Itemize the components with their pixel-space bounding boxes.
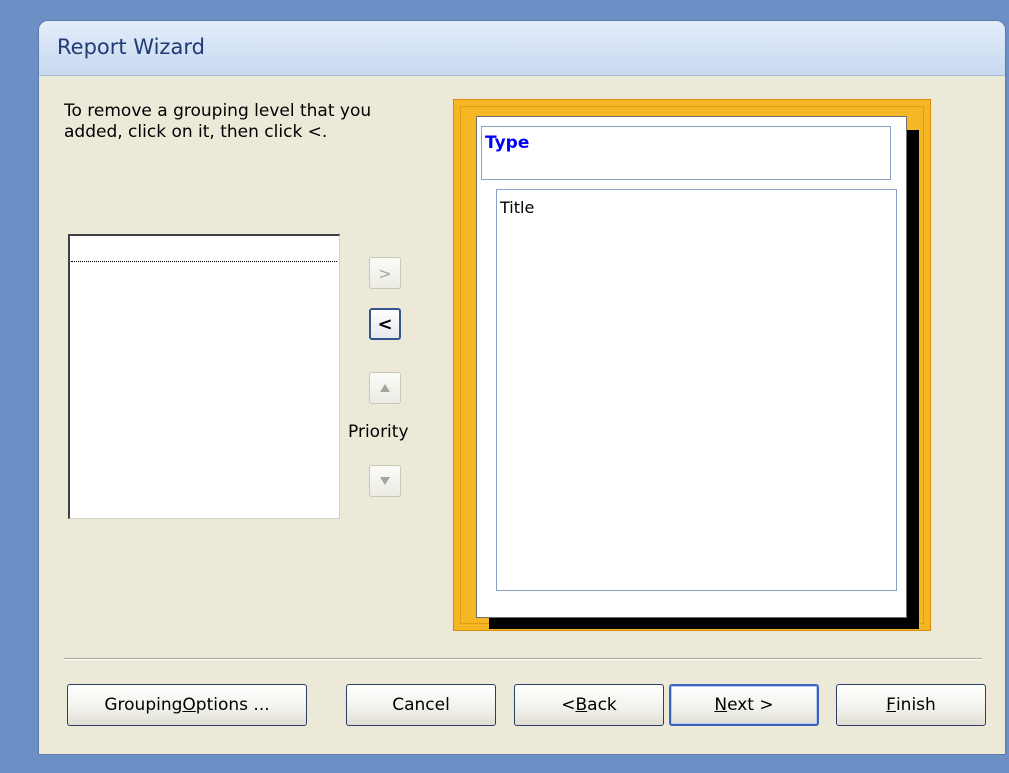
detail-field-label: Title xyxy=(500,198,535,217)
arrow-down-icon xyxy=(380,477,390,485)
title-bar: Report Wizard xyxy=(39,21,1005,76)
instruction-text: To remove a grouping level that you adde… xyxy=(64,101,372,142)
cancel-button[interactable]: Cancel xyxy=(346,684,496,726)
priority-label: Priority xyxy=(348,422,409,442)
priority-up-button[interactable] xyxy=(369,372,401,404)
next-accesskey: N xyxy=(714,695,728,715)
next-button[interactable]: Next > xyxy=(669,684,819,726)
add-grouping-button[interactable]: > xyxy=(369,257,401,289)
finish-button[interactable]: Finish xyxy=(836,684,986,726)
report-wizard-window: Report Wizard To remove a grouping level… xyxy=(38,20,1006,755)
arrow-up-icon xyxy=(380,384,390,392)
finish-accesskey: F xyxy=(886,695,896,715)
group-header-label: Type xyxy=(485,133,530,153)
next-label-post: ext > xyxy=(727,695,774,715)
grouping-options-label-pre: Grouping xyxy=(104,695,183,715)
grouping-options-button[interactable]: Grouping Options ... xyxy=(67,684,307,726)
grouping-options-accesskey: O xyxy=(182,695,196,715)
preview-detail-section: Title xyxy=(496,189,897,591)
preview-group-header: Type xyxy=(481,126,891,180)
remove-grouping-button[interactable]: < xyxy=(369,308,401,340)
back-accesskey: B xyxy=(575,695,588,715)
list-focus-row[interactable] xyxy=(71,237,337,262)
window-title: Report Wizard xyxy=(57,35,205,59)
grouping-levels-list[interactable] xyxy=(68,234,340,519)
separator-line xyxy=(64,658,982,660)
back-button[interactable]: < Back xyxy=(514,684,664,726)
back-label-pre: < xyxy=(561,695,576,715)
grouping-options-label-post: ptions ... xyxy=(195,695,270,715)
priority-down-button[interactable] xyxy=(369,465,401,497)
finish-label-post: inish xyxy=(895,695,936,715)
back-label-post: ack xyxy=(587,695,617,715)
